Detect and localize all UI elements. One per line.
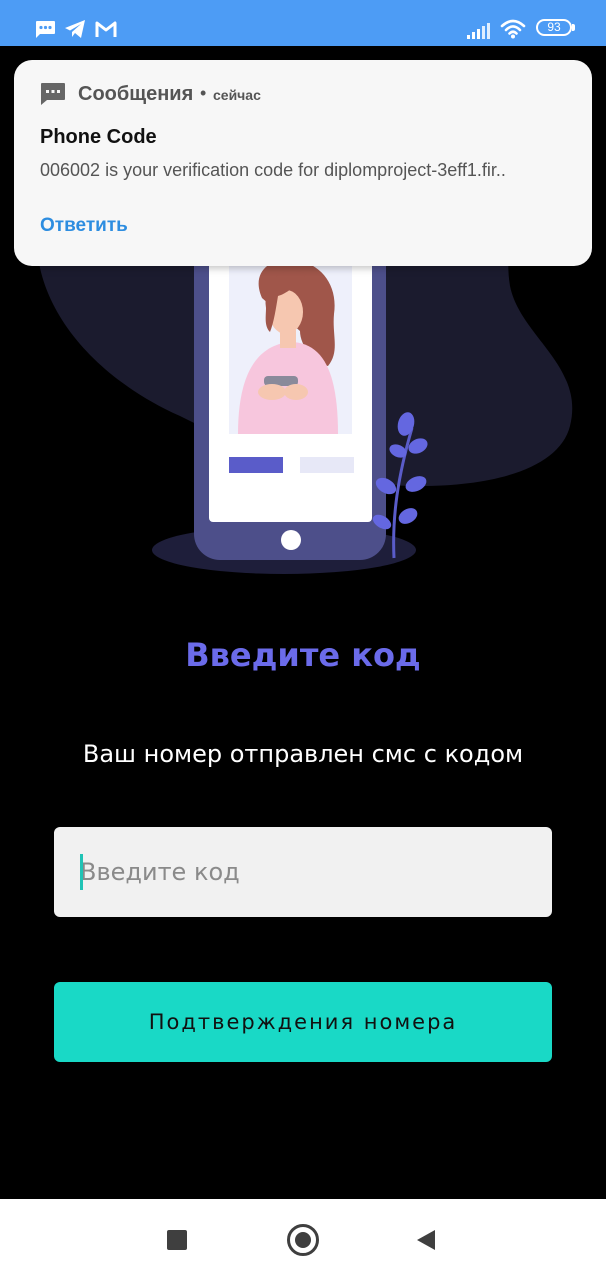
notification-time: сейчас xyxy=(213,87,261,103)
home-icon[interactable] xyxy=(287,1224,319,1256)
page-title: Введите код xyxy=(185,636,421,674)
text-cursor xyxy=(80,854,83,890)
status-bar: 93 xyxy=(0,0,606,46)
messages-icon xyxy=(36,21,55,38)
battery-level: 93 xyxy=(547,20,561,34)
wifi-icon xyxy=(500,19,526,39)
signal-icon xyxy=(467,23,490,39)
gmail-icon xyxy=(95,21,117,37)
navigation-bar xyxy=(0,1199,606,1280)
home-icon-dot xyxy=(295,1232,311,1248)
battery-icon: 93 xyxy=(536,19,572,36)
notification-app-name: Сообщения xyxy=(78,83,194,105)
notification-body: 006002 is your verification code for dip… xyxy=(40,160,506,180)
code-input[interactable] xyxy=(54,827,552,917)
sms-notification[interactable]: Сообщения • сейчас Phone Code 006002 is … xyxy=(14,60,592,266)
recent-apps-icon[interactable] xyxy=(167,1230,187,1250)
reply-button[interactable]: Ответить xyxy=(40,215,128,237)
back-icon[interactable] xyxy=(415,1229,437,1251)
message-app-icon xyxy=(41,83,65,105)
confirm-number-button[interactable]: Подтверждения номера xyxy=(54,982,552,1062)
notification-separator: • xyxy=(200,83,207,103)
battery-tip xyxy=(572,24,575,31)
telegram-icon xyxy=(65,20,85,38)
instruction-text: Ваш номер отправлен смс с кодом xyxy=(82,740,524,768)
notification-title: Phone Code xyxy=(40,126,157,148)
